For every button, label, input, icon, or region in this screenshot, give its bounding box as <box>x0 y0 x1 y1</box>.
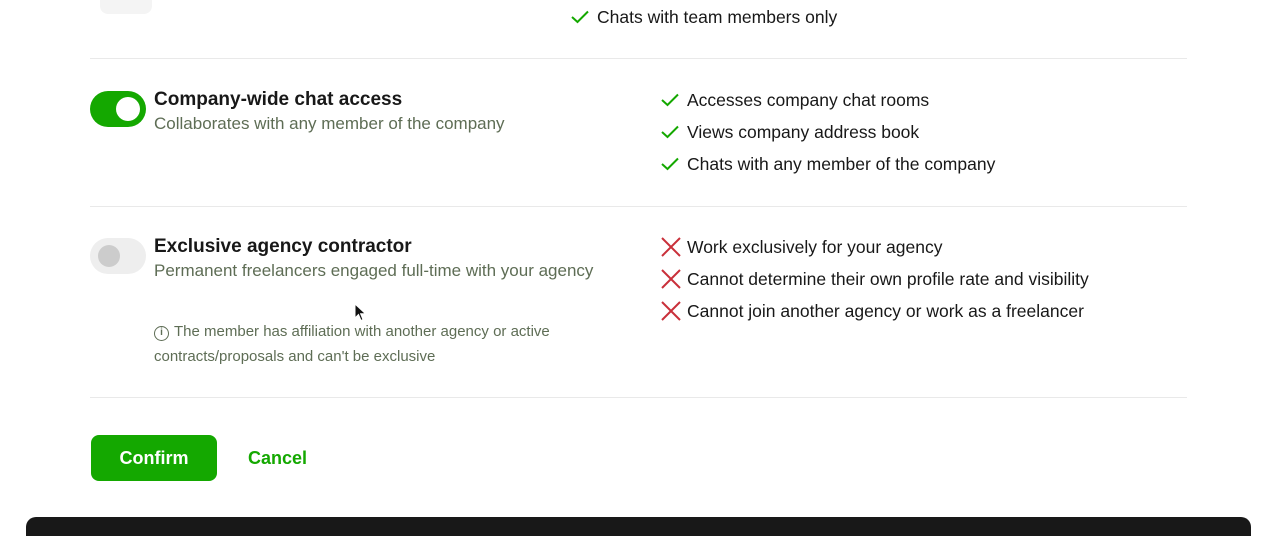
toggle-knob <box>116 97 140 121</box>
mouse-cursor-icon <box>354 303 367 322</box>
feature-text: Cannot join another agency or work as a … <box>687 300 1084 321</box>
feature-text: Work exclusively for your agency <box>687 236 943 257</box>
section-divider <box>90 397 1187 398</box>
cancel-button[interactable]: Cancel <box>232 435 323 481</box>
check-icon <box>660 156 686 172</box>
check-icon <box>570 9 596 25</box>
feature-item: Work exclusively for your agency <box>660 231 1089 263</box>
cross-icon <box>660 236 686 258</box>
exclusive-contractor-description: Permanent freelancers engaged full-time … <box>154 261 594 280</box>
toggle-knob <box>98 245 120 267</box>
feature-item: Views company address book <box>660 116 995 148</box>
company-chat-description: Collaborates with any member of the comp… <box>154 114 505 133</box>
cross-icon <box>660 300 686 322</box>
feature-item: Chats with any member of the company <box>660 148 995 180</box>
feature-item: Chats with team members only <box>570 1 837 33</box>
feature-text: Chats with any member of the company <box>687 153 996 174</box>
check-icon <box>660 124 686 140</box>
exclusive-contractor-feature-list: Work exclusively for your agency Cannot … <box>660 231 1089 327</box>
section-divider <box>90 206 1187 207</box>
exclusive-contractor-title: Exclusive agency contractor <box>154 236 412 257</box>
section-divider <box>90 58 1187 59</box>
feature-item: Cannot join another agency or work as a … <box>660 295 1089 327</box>
company-chat-feature-list: Accesses company chat rooms Views compan… <box>660 84 995 180</box>
feature-item: Accesses company chat rooms <box>660 84 995 116</box>
footer-bar <box>26 517 1251 536</box>
exclusive-contractor-note: i The member has affiliation with another… <box>154 319 604 369</box>
check-icon <box>660 92 686 108</box>
feature-text: Cannot determine their own profile rate … <box>687 268 1089 289</box>
previous-feature-list: Chats with team members only <box>570 1 837 33</box>
company-chat-toggle[interactable] <box>90 91 146 127</box>
feature-text: Chats with team members only <box>597 6 838 27</box>
feature-text: Views company address book <box>687 121 920 142</box>
note-text: The member has affiliation with another … <box>154 323 550 365</box>
cross-icon <box>660 268 686 290</box>
info-icon: i <box>154 326 169 341</box>
company-chat-title: Company-wide chat access <box>154 89 403 110</box>
feature-text: Accesses company chat rooms <box>687 89 930 110</box>
previous-toggle-fragment <box>100 0 152 14</box>
confirm-button[interactable]: Confirm <box>91 435 217 481</box>
feature-item: Cannot determine their own profile rate … <box>660 263 1089 295</box>
exclusive-contractor-toggle[interactable] <box>90 238 146 274</box>
